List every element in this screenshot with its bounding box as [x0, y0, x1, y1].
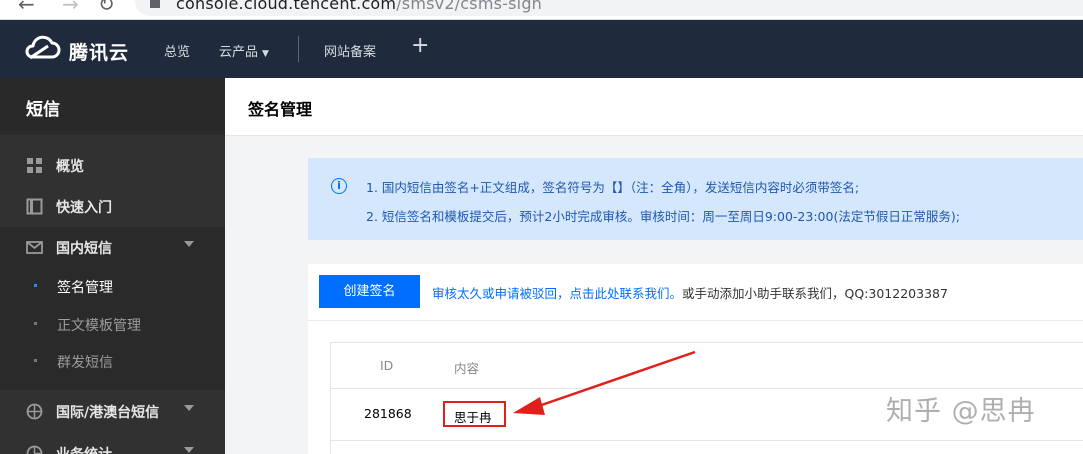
- globe-icon: [26, 403, 43, 420]
- sidebar-subitem-template-management[interactable]: 正文模板管理: [0, 306, 225, 343]
- mail-icon: [26, 241, 43, 254]
- sidebar-submenu: 签名管理 正文模板管理 群发短信: [0, 268, 225, 390]
- pie-chart-icon: [26, 445, 43, 454]
- cell-content: 思于冉: [454, 410, 492, 425]
- contact-tip: 审核太久或申请被驳回，点击此处联系我们。或手动添加小助手联系我们，QQ:3012…: [432, 283, 948, 302]
- divider: [308, 320, 1083, 321]
- notice-banner: i 1. 国内短信由签名+正文组成，签名符号为【】（注：全角），发送短信内容时必…: [308, 158, 1083, 240]
- sidebar-item-label: 业务统计: [56, 444, 112, 454]
- caret-down-icon: [184, 447, 194, 453]
- top-navigation: 腾讯云 总览 云产品 ▼ 网站备案 +: [0, 20, 1083, 78]
- create-sign-button[interactable]: 创建签名: [319, 275, 420, 308]
- sidebar-subitem-label: 签名管理: [57, 280, 113, 296]
- bullet-icon: [34, 322, 37, 325]
- chevron-down-icon: ▼: [262, 49, 269, 59]
- book-icon: [26, 198, 43, 215]
- dashboard-icon: [27, 158, 42, 173]
- sidebar-item-label: 国际/港澳台短信: [56, 405, 160, 421]
- browser-address-bar: ← → ↻ console.cloud.tencent.com/smsv2/cs…: [0, 0, 1083, 20]
- caret-down-icon: [184, 241, 194, 247]
- sidebar-subitem-label: 群发短信: [57, 355, 113, 371]
- tencent-cloud-logo-icon[interactable]: [22, 33, 62, 63]
- nav-filing[interactable]: 网站备案: [324, 41, 376, 60]
- notice-line-2: 2. 短信签名和模板提交后，预计2小时完成审核。审核时间：周一至周日9:00-2…: [366, 209, 960, 224]
- watermark: 知乎 @思冉: [886, 396, 1036, 427]
- sidebar-title: 短信: [0, 78, 225, 135]
- url-text: console.cloud.tencent.com/smsv2/csms-sig…: [176, 0, 543, 13]
- back-icon[interactable]: ←: [18, 0, 35, 16]
- brand-name[interactable]: 腾讯云: [69, 38, 129, 65]
- column-header-content: 内容: [454, 361, 480, 376]
- lock-icon: [150, 0, 160, 8]
- cell-id: 281868: [364, 406, 412, 421]
- column-header-id: ID: [380, 358, 394, 373]
- page-header: 签名管理: [225, 78, 1083, 136]
- sidebar-item-label: 概览: [56, 159, 84, 175]
- reload-icon[interactable]: ↻: [98, 0, 115, 16]
- nav-overview[interactable]: 总览: [164, 41, 190, 60]
- add-shortcut-icon[interactable]: +: [411, 33, 429, 58]
- page: ← → ↻ console.cloud.tencent.com/smsv2/cs…: [0, 0, 1083, 454]
- contact-tip-text: 或手动添加小助手联系我们，QQ:3012203387: [682, 286, 948, 301]
- bullet-icon: [34, 284, 37, 287]
- forward-icon[interactable]: →: [62, 0, 79, 16]
- sidebar-subitem-sign-management[interactable]: 签名管理: [0, 268, 225, 305]
- sidebar-subitem-label: 正文模板管理: [57, 318, 141, 334]
- sidebar-item-international-sms[interactable]: 国际/港澳台短信: [0, 391, 225, 432]
- info-icon: i: [331, 178, 347, 194]
- sidebar-item-overview[interactable]: 概览: [0, 145, 225, 186]
- sidebar-title-text: 短信: [26, 100, 60, 120]
- sidebar-item-statistics[interactable]: 业务统计: [0, 433, 225, 454]
- sidebar-item-quickstart[interactable]: 快速入门: [0, 186, 225, 227]
- sidebar-item-domestic-sms[interactable]: 国内短信: [0, 227, 225, 268]
- sidebar-item-label: 快速入门: [56, 200, 112, 216]
- table-header-row: ID 内容: [331, 343, 1083, 389]
- nav-products-label: 云产品: [219, 45, 259, 60]
- sidebar: 短信 概览 快速入门 国内短信 签名管理 正文模板管理 群发短信 国际/港澳台短…: [0, 78, 225, 454]
- notice-line-1: 1. 国内短信由签名+正文组成，签名符号为【】（注：全角），发送短信内容时必须带…: [366, 180, 860, 195]
- contact-link[interactable]: 审核太久或申请被驳回，点击此处联系我们。: [432, 286, 682, 301]
- sidebar-item-label: 国内短信: [56, 241, 112, 257]
- nav-products[interactable]: 云产品 ▼: [219, 41, 269, 60]
- bullet-icon: [34, 359, 37, 362]
- caret-down-icon: [184, 405, 194, 411]
- nav-divider: [298, 36, 299, 62]
- sidebar-subitem-bulk-sms[interactable]: 群发短信: [0, 343, 225, 380]
- page-title: 签名管理: [248, 100, 313, 119]
- highlight-box: 思于冉: [443, 401, 506, 427]
